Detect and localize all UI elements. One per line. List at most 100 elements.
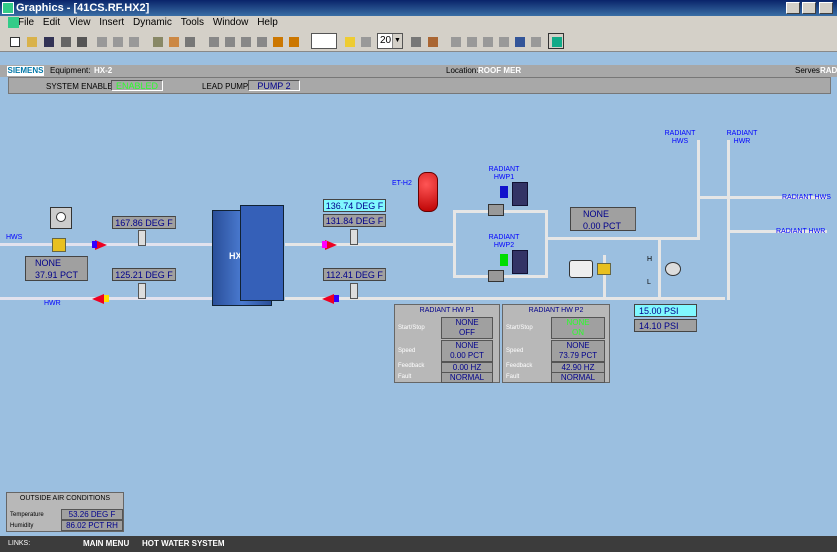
t6-icon[interactable] (527, 33, 543, 49)
flow-command: NONE (583, 209, 610, 219)
hot-water-link[interactable]: HOT WATER SYSTEM (142, 536, 225, 552)
graphic2-icon[interactable] (181, 33, 197, 49)
menu-edit[interactable]: Edit (43, 17, 60, 28)
p2-fault-value[interactable]: NORMAL (551, 372, 605, 383)
arrow-tail-icon (334, 295, 339, 302)
main-menu-link[interactable]: MAIN MENU (83, 536, 129, 552)
supply-temp[interactable]: 131.84 DEG F (323, 214, 386, 227)
cmd-icon[interactable] (424, 33, 440, 49)
zoom-select[interactable]: 20 ▼ (377, 33, 403, 49)
menu-window[interactable]: Window (213, 17, 249, 28)
p2-fault-label: Fault (506, 374, 520, 380)
pump2-motor-icon[interactable] (512, 250, 528, 274)
flow-value: 0.00 PCT (583, 221, 622, 231)
hwr-temp-out[interactable]: 125.21 DEG F (112, 268, 176, 281)
key-icon[interactable] (57, 33, 73, 49)
maximize-button[interactable] (802, 2, 816, 14)
zoom-value: 20 (380, 35, 392, 46)
expansion-tank-icon[interactable] (418, 172, 438, 212)
t5-icon[interactable] (511, 33, 527, 49)
paste-icon[interactable] (125, 33, 141, 49)
select-icon[interactable] (341, 33, 357, 49)
chevron-down-icon: ▼ (392, 34, 402, 48)
pump2-label: RADIANT HWP2 (488, 234, 520, 249)
oac-humidity-value[interactable]: 86.02 PCT RH (61, 520, 123, 531)
tool4-icon[interactable] (253, 33, 269, 49)
lead-pump-value[interactable]: PUMP 2 (248, 80, 300, 91)
equipment-header: SIEMENS Equipment: HX-2 Location: ROOF M… (0, 65, 837, 77)
system-enable-value[interactable]: ENABLED (111, 80, 163, 91)
p2-startstop-value[interactable]: NONE ON (551, 317, 605, 339)
outside-air-panel: OUTSIDE AIR CONDITIONS Temperature 53.26… (6, 492, 124, 532)
p1-speed-label: Speed (398, 348, 416, 354)
forward-icon[interactable] (285, 33, 301, 49)
dp-sensor-icon[interactable] (665, 262, 681, 276)
temp-sensor-icon (138, 283, 146, 299)
tool1-icon[interactable] (205, 33, 221, 49)
menu-tools[interactable]: Tools (181, 17, 204, 28)
p2-speed-value[interactable]: NONE 73.79 PCT (551, 340, 605, 362)
p1-startstop-value[interactable]: NONE OFF (441, 317, 493, 339)
open-icon[interactable] (23, 33, 39, 49)
p1-fault-value[interactable]: NORMAL (441, 372, 493, 383)
oac-temp-value[interactable]: 53.26 DEG F (61, 509, 123, 520)
pump1-motor-icon[interactable] (512, 182, 528, 206)
t4-icon[interactable] (495, 33, 511, 49)
hws-temp-in[interactable]: 167.86 DEG F (112, 216, 176, 229)
temp-sensor-icon (350, 283, 358, 299)
blank-field[interactable] (311, 33, 337, 49)
pressure-value[interactable]: 14.10 PSI (634, 319, 697, 332)
flow-status[interactable]: NONE 0.00 PCT (570, 207, 636, 231)
menu-file[interactable]: File (18, 17, 34, 28)
pump1-panel-title: RADIANT HW P1 (419, 307, 475, 314)
t3-icon[interactable] (479, 33, 495, 49)
valve-status[interactable]: NONE 37.91 PCT (25, 256, 88, 281)
pump2-panel: RADIANT HW P2 Start/Stop NONE ON Speed NO… (502, 304, 610, 383)
back-icon[interactable] (269, 33, 285, 49)
p1-speed-value[interactable]: NONE 0.00 PCT (441, 340, 493, 362)
p1-startstop-label: Start/Stop (398, 325, 425, 331)
cut-icon[interactable] (93, 33, 109, 49)
discharge-pipe (545, 237, 700, 240)
tool2-icon[interactable] (221, 33, 237, 49)
pump1-panel: RADIANT HW P1 Start/Stop NONE OFF Speed N… (394, 304, 500, 383)
grid-icon[interactable] (357, 33, 373, 49)
app-icon (2, 2, 14, 14)
print-icon[interactable] (73, 33, 89, 49)
links-bar: LINKS: MAIN MENU HOT WATER SYSTEM (0, 536, 837, 552)
menu-help[interactable]: Help (257, 17, 278, 28)
menu-dynamic[interactable]: Dynamic (133, 17, 172, 28)
pump1-icon[interactable] (488, 204, 504, 216)
graphic1-icon[interactable] (149, 33, 165, 49)
new-icon[interactable] (6, 33, 22, 49)
p1-fault-label: Fault (398, 374, 412, 380)
pressure-setpoint[interactable]: 15.00 PSI (634, 304, 697, 317)
copy-icon[interactable] (109, 33, 125, 49)
pump2-icon[interactable] (488, 270, 504, 282)
supply-temp-setpoint[interactable]: 136.74 DEG F (323, 199, 386, 212)
menu-insert[interactable]: Insert (99, 17, 124, 28)
t1-icon[interactable] (447, 33, 463, 49)
valve-command: NONE (35, 258, 62, 268)
bypass-actuator-icon[interactable] (569, 260, 593, 278)
zoom-icon[interactable] (407, 33, 423, 49)
return-temp[interactable]: 112.41 DEG F (323, 268, 386, 281)
radiant-hwr-top-label: RADIANT HWR (726, 130, 758, 145)
minimize-button[interactable] (786, 2, 800, 14)
radiant-hwr-riser (727, 140, 730, 300)
t7-icon[interactable] (548, 33, 564, 49)
flow-arrow-icon (92, 294, 104, 304)
t2-icon[interactable] (463, 33, 479, 49)
p2-ss-status: ON (572, 328, 584, 337)
pump-header-left (453, 210, 456, 276)
tool3-icon[interactable] (237, 33, 253, 49)
menu-bar: File Edit View Insert Dynamic Tools Wind… (0, 16, 837, 30)
p2-sp-value: 73.79 PCT (558, 351, 598, 360)
valve-actuator-icon[interactable] (50, 207, 72, 229)
menu-view[interactable]: View (69, 17, 91, 28)
close-button[interactable] (819, 2, 833, 14)
home-icon[interactable] (165, 33, 181, 49)
save-icon[interactable] (40, 33, 56, 49)
et-label: ET-H2 (392, 180, 412, 187)
equipment-label: Equipment: (50, 66, 91, 75)
